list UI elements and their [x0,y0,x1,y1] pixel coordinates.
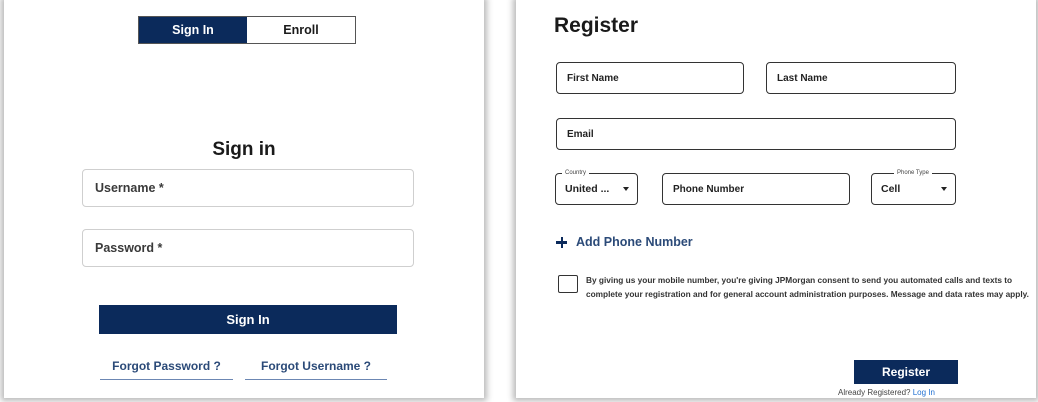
chevron-down-icon [623,187,629,191]
forgot-password-link[interactable]: Forgot Password ? [100,359,233,380]
plus-icon [556,236,567,248]
register-panel: Register Country United ... Phone Type C… [516,0,1036,398]
forgot-username-link[interactable]: Forgot Username ? [245,359,387,380]
login-link[interactable]: Log In [913,388,935,397]
tab-sign-in[interactable]: Sign In [139,17,247,43]
password-input[interactable] [82,229,414,267]
already-registered: Already Registered? Log In [838,388,935,397]
country-select[interactable]: Country United ... [555,168,638,205]
chevron-down-icon [941,187,947,191]
signin-title: Sign in [212,139,276,160]
phone-type-value: Cell [881,183,901,195]
signin-panel: Sign In Enroll Sign in Sign In Forgot Pa… [4,0,484,398]
add-phone-number-label: Add Phone Number [576,235,693,249]
add-phone-number-button[interactable]: Add Phone Number [556,235,693,249]
phone-type-label: Phone Type [894,168,932,178]
email-field[interactable] [556,118,956,150]
last-name-field[interactable] [766,62,956,94]
first-name-field[interactable] [556,62,744,94]
tab-enroll[interactable]: Enroll [247,17,355,43]
register-title: Register [554,14,639,37]
consent-text: By giving us your mobile number, you're … [586,275,1029,299]
country-label: Country [562,168,590,178]
phone-type-select[interactable]: Phone Type Cell [871,168,956,205]
country-value: United ... [565,183,610,195]
consent-checkbox[interactable] [558,275,578,293]
already-registered-text: Already Registered? [838,388,911,397]
signin-enroll-tabs: Sign In Enroll [138,16,356,44]
register-button[interactable]: Register [854,360,958,384]
signin-button[interactable]: Sign In [99,305,397,334]
phone-number-field[interactable] [662,173,850,205]
username-input[interactable] [82,169,414,207]
